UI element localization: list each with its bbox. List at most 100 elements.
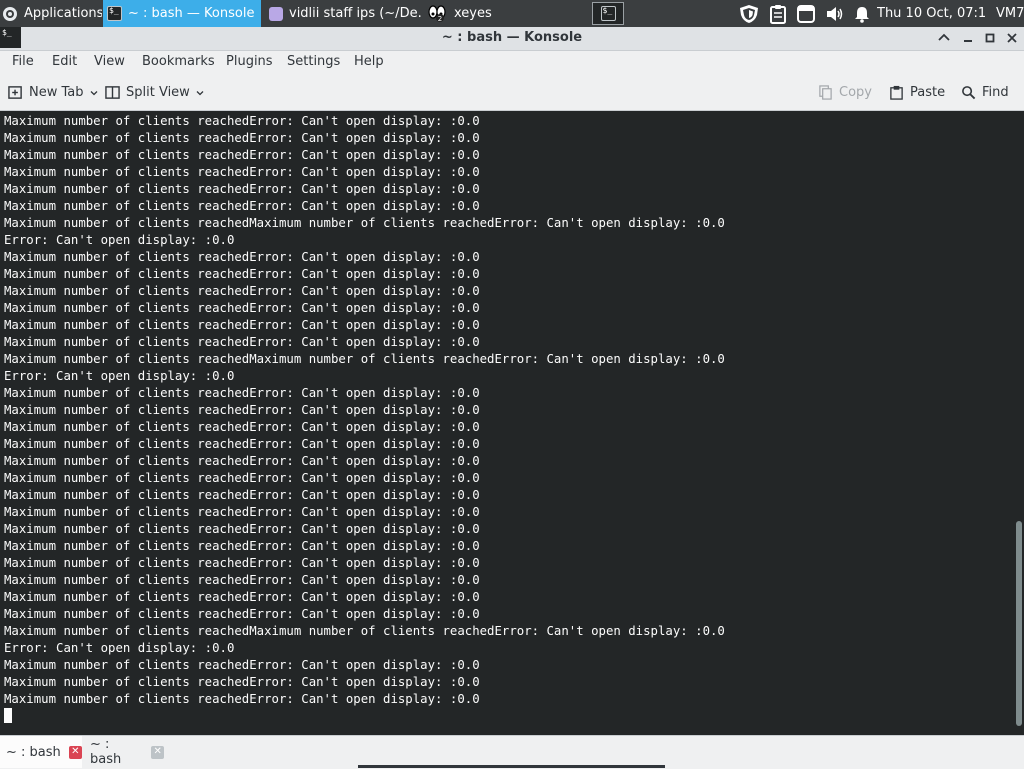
terminal-line: Maximum number of clients reachedError: … [4,114,480,128]
applications-menu[interactable]: Applications [0,0,102,27]
terminal-line: Maximum number of clients reachedError: … [4,250,480,264]
taskbar-item-label: ~ : bash — Konsole [128,6,255,21]
terminal-line: Maximum number of clients reachedError: … [4,471,480,485]
terminal-line: Maximum number of clients reachedMaximum… [4,624,725,638]
terminal-line: Maximum number of clients reachedError: … [4,437,480,451]
terminal-line: Maximum number of clients reachedError: … [4,131,480,145]
copy-icon [819,85,832,100]
menu-file[interactable]: File [12,54,34,69]
top-panel: Applications $_ ~ : bash — Konsole vidli… [0,0,1024,27]
tab-bar: ~ : bash ✕ ~ : bash ✕ [0,735,1024,769]
terminal-line: Maximum number of clients reachedError: … [4,199,480,213]
close-icon [1007,33,1017,43]
menu-view[interactable]: View [94,54,125,69]
window-titlebar[interactable]: $_ ~ : bash — Konsole [0,27,1024,51]
tab-label: ~ : bash [6,744,61,760]
system-tray [736,0,874,27]
find-label: Find [982,85,1009,100]
close-tab-icon[interactable]: ✕ [151,745,164,759]
terminal-output: Maximum number of clients reachedError: … [0,111,1014,708]
terminal-line: Maximum number of clients reachedError: … [4,335,480,349]
tab-bash-1[interactable]: ~ : bash ✕ [0,736,82,768]
tab-label: ~ : bash [90,737,122,767]
split-view-icon [105,86,120,99]
terminal-line: Maximum number of clients reachedError: … [4,692,480,706]
menu-plugins[interactable]: Plugins [226,54,273,69]
terminal-line: Error: Can't open display: :0.0 [4,369,235,383]
menu-help[interactable]: Help [354,54,384,69]
terminal-line: Maximum number of clients reachedMaximum… [4,352,725,366]
new-tab-label: New Tab [29,85,84,100]
copy-button[interactable]: Copy [818,75,872,110]
window-icon[interactable] [796,4,816,24]
split-view-button[interactable]: Split View [105,75,211,110]
clock[interactable]: Thu 10 Oct, 07:15 [877,0,987,27]
menu-bookmarks[interactable]: Bookmarks [142,54,215,69]
volume-icon[interactable] [824,4,844,24]
shield-icon[interactable] [738,4,760,24]
new-tab-button[interactable]: New Tab [8,75,105,110]
terminal-line: Maximum number of clients reachedError: … [4,556,480,570]
maximize-button[interactable] [980,28,1000,48]
terminal-line: Maximum number of clients reachedError: … [4,301,480,315]
tab-bash-2[interactable]: ~ : bash ✕ [84,736,164,768]
paste-label: Paste [910,85,946,100]
copy-label: Copy [839,85,872,100]
terminal-line: Maximum number of clients reachedError: … [4,488,480,502]
terminal-icon: $_ [600,6,616,21]
taskbar-item-label: xeyes [454,6,492,21]
terminal-line: Maximum number of clients reachedError: … [4,284,480,298]
scrollbar-thumb[interactable] [1016,521,1022,726]
new-tab-icon [8,86,22,99]
terminal-line: Maximum number of clients reachedError: … [4,454,480,468]
menu-settings[interactable]: Settings [287,54,340,69]
taskbar-item-editor[interactable]: vidlii staff ips (~/De... [265,0,423,27]
terminal-line: Maximum number of clients reachedError: … [4,386,480,400]
toolbar: New Tab Split View Copy Paste Find [0,75,1024,111]
terminal-line: Maximum number of clients reachedError: … [4,148,480,162]
bell-icon[interactable] [852,4,872,24]
chevron-down-icon [90,90,97,95]
terminal-icon: $_ [107,6,122,21]
minimize-button[interactable] [958,28,978,48]
clipboard-icon[interactable] [768,4,788,24]
close-button[interactable] [1002,28,1022,48]
chevron-up-icon [938,33,950,41]
restore-icon [985,33,995,43]
paste-button[interactable]: Paste [889,75,945,110]
xeyes-count-badge: 2 [438,15,442,23]
menubar: File Edit View Bookmarks Plugins Setting… [0,51,1024,74]
terminal-line: Maximum number of clients reachedError: … [4,403,480,417]
terminal-cursor [4,708,12,723]
terminal-line: Maximum number of clients reachedError: … [4,267,480,281]
keep-above-button[interactable] [934,28,954,48]
applications-label: Applications [24,6,102,21]
terminal-line: Maximum number of clients reachedError: … [4,573,480,587]
workspace-switcher[interactable]: $_ [592,2,624,25]
terminal-line: Maximum number of clients reachedError: … [4,539,480,553]
terminal-line: Maximum number of clients reachedError: … [4,182,480,196]
user-label: VM7 [996,6,1024,21]
close-tab-icon[interactable]: ✕ [68,745,82,759]
applications-icon [3,6,17,21]
terminal-line: Maximum number of clients reachedMaximum… [4,216,725,230]
menu-edit[interactable]: Edit [52,54,77,69]
terminal-line: Maximum number of clients reachedError: … [4,420,480,434]
terminal-line: Maximum number of clients reachedError: … [4,522,480,536]
paste-icon [890,85,903,100]
user-menu[interactable]: VM7 [996,0,1024,27]
terminal-line: Error: Can't open display: :0.0 [4,233,235,247]
terminal-view[interactable]: Maximum number of clients reachedError: … [0,111,1014,735]
split-view-label: Split View [126,85,190,100]
terminal-line: Maximum number of clients reachedError: … [4,165,480,179]
terminal-scrollbar[interactable] [1014,111,1024,735]
search-icon [962,86,976,100]
window-title: ~ : bash — Konsole [441,30,583,45]
terminal-line: Maximum number of clients reachedError: … [4,658,480,672]
taskbar-item-xeyes[interactable]: 2 xeyes [424,0,514,27]
clock-label: Thu 10 Oct, 07:15 [877,6,987,21]
find-button[interactable]: Find [961,75,1009,110]
minimize-icon [964,40,972,42]
taskbar-item-konsole[interactable]: $_ ~ : bash — Konsole [103,0,261,27]
terminal-line: Error: Can't open display: :0.0 [4,641,235,655]
